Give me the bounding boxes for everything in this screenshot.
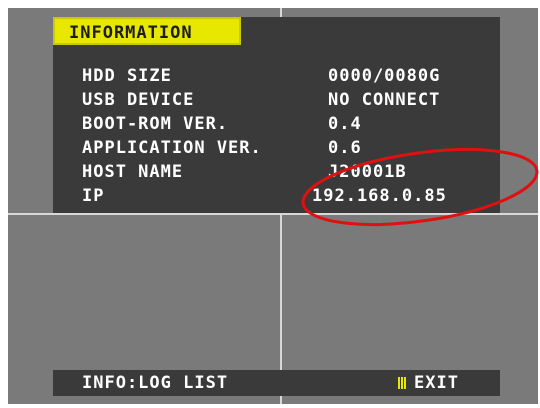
info-label: HDD SIZE: [82, 66, 172, 86]
dvr-screen: INFORMATION HDD SIZE 0000/0080G USB DEVI…: [8, 8, 538, 404]
info-value: 0000/0080G: [328, 66, 441, 86]
title-bar: INFORMATION: [53, 17, 241, 45]
info-label: HOST NAME: [82, 162, 184, 182]
info-row-boot-rom: BOOT-ROM VER. 0.4: [53, 114, 500, 138]
exit-label: EXIT: [414, 373, 459, 393]
info-label: USB DEVICE: [82, 90, 195, 110]
page-title: INFORMATION: [69, 23, 193, 43]
info-value: 0.4: [328, 114, 362, 134]
info-row-ip: IP 192.168.0.85: [53, 186, 500, 210]
information-panel: INFORMATION HDD SIZE 0000/0080G USB DEVI…: [53, 17, 500, 213]
info-row-application: APPLICATION VER. 0.6: [53, 138, 500, 162]
info-label: BOOT-ROM VER.: [82, 114, 229, 134]
info-value: 0.6: [328, 138, 362, 158]
info-row-hdd-size: HDD SIZE 0000/0080G: [53, 66, 500, 90]
info-value: J20001B: [328, 162, 407, 182]
horizontal-divider: [8, 213, 538, 215]
info-row-host-name: HOST NAME J20001B: [53, 162, 500, 186]
menu-bars-icon: [398, 377, 406, 389]
info-value: NO CONNECT: [328, 90, 441, 110]
info-row-usb-device: USB DEVICE NO CONNECT: [53, 90, 500, 114]
log-list-hint[interactable]: INFO:LOG LIST: [82, 373, 228, 393]
info-value: 192.168.0.85: [312, 186, 447, 206]
exit-button[interactable]: EXIT: [398, 373, 459, 393]
footer-bar: INFO:LOG LIST EXIT: [53, 370, 500, 396]
info-label: APPLICATION VER.: [82, 138, 262, 158]
info-label: IP: [82, 186, 105, 206]
